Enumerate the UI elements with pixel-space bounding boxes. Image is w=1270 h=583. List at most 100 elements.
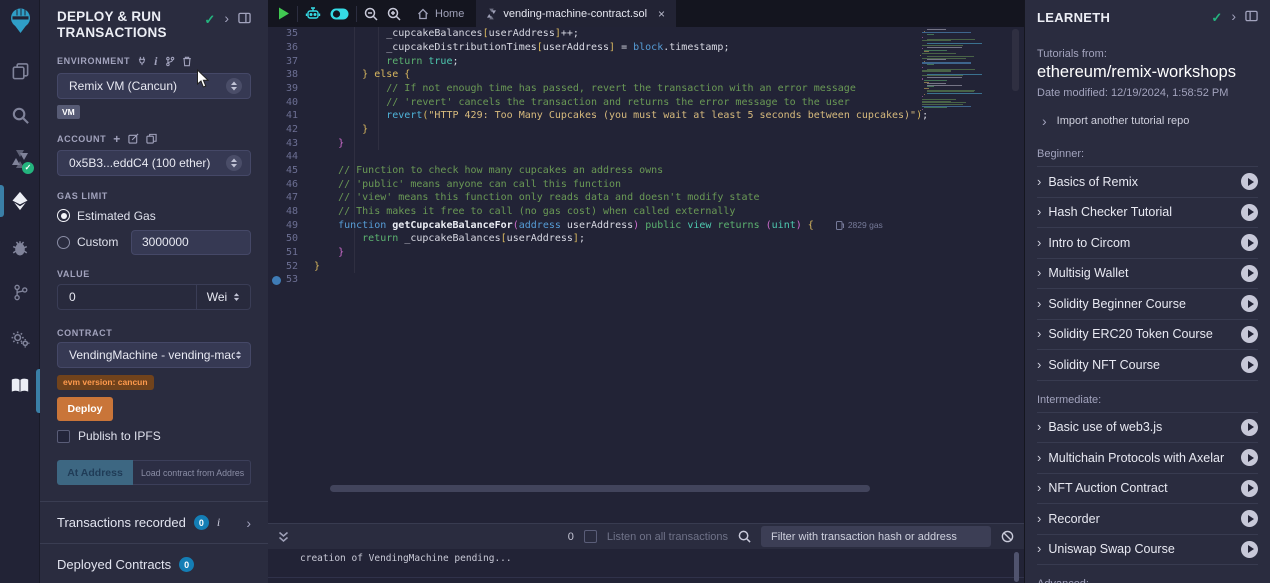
plug-icon[interactable] bbox=[137, 56, 147, 66]
code-editor[interactable]: 35 _cupcakeBalances[userAddress]++;36 _c… bbox=[268, 27, 1024, 512]
at-address-button[interactable]: At Address bbox=[57, 460, 133, 485]
line-number[interactable]: 44 bbox=[268, 151, 314, 162]
tutorial-item[interactable]: ›Recorder bbox=[1037, 504, 1258, 535]
git-icon[interactable] bbox=[0, 273, 40, 311]
remix-logo-icon[interactable] bbox=[0, 0, 40, 44]
line-number[interactable]: 49 bbox=[268, 220, 314, 231]
line-number[interactable]: 38 bbox=[268, 69, 314, 80]
fork-state-icon[interactable] bbox=[165, 56, 175, 67]
zoom-in-icon[interactable] bbox=[387, 7, 401, 21]
transactions-recorded-row[interactable]: Transactions recorded 0 i › bbox=[57, 502, 251, 543]
editor-vertical-scrollbar[interactable] bbox=[1012, 29, 1019, 91]
delete-state-icon[interactable] bbox=[182, 56, 192, 67]
start-tutorial-play-icon[interactable] bbox=[1241, 356, 1258, 373]
zoom-out-icon[interactable] bbox=[364, 7, 378, 21]
terminal-content[interactable]: creation of VendingMachine pending... [b… bbox=[268, 549, 1024, 583]
tutorial-item[interactable]: ›Uniswap Swap Course bbox=[1037, 535, 1258, 566]
custom-gas-input[interactable]: 3000000 bbox=[131, 230, 251, 255]
at-address-input[interactable]: Load contract from Addres bbox=[133, 460, 251, 485]
panel-expand-icon[interactable]: › bbox=[224, 12, 229, 24]
terminal-filter-input[interactable]: Filter with transaction hash or address bbox=[761, 526, 991, 547]
tutorial-item[interactable]: ›Intro to Circom bbox=[1037, 228, 1258, 259]
line-number[interactable]: 45 bbox=[268, 165, 314, 176]
learneth-pin-panel-icon[interactable] bbox=[1245, 10, 1258, 22]
line-number[interactable]: 39 bbox=[268, 83, 314, 94]
account-select[interactable]: 0x5B3...eddC4 (100 ether) bbox=[57, 150, 251, 176]
minimap[interactable] bbox=[920, 29, 1008, 115]
line-number[interactable]: 47 bbox=[268, 192, 314, 203]
line-number[interactable]: 35 bbox=[268, 28, 314, 39]
start-tutorial-play-icon[interactable] bbox=[1241, 173, 1258, 190]
tutorial-item[interactable]: ›Basic use of web3.js bbox=[1037, 413, 1258, 444]
deploy-button[interactable]: Deploy bbox=[57, 397, 113, 421]
line-number[interactable]: 52 bbox=[268, 261, 314, 272]
editor-horizontal-scrollbar[interactable] bbox=[330, 485, 870, 492]
close-tab-icon[interactable]: × bbox=[658, 7, 665, 21]
start-tutorial-play-icon[interactable] bbox=[1241, 541, 1258, 558]
tutorial-item[interactable]: ›NFT Auction Contract bbox=[1037, 474, 1258, 505]
pin-panel-icon[interactable] bbox=[238, 12, 251, 24]
line-number[interactable]: 40 bbox=[268, 97, 314, 108]
line-number[interactable]: 50 bbox=[268, 233, 314, 244]
value-input[interactable]: 0 bbox=[58, 290, 196, 304]
add-account-icon[interactable]: + bbox=[113, 132, 121, 146]
breakpoint-dot[interactable] bbox=[272, 276, 281, 285]
start-tutorial-play-icon[interactable] bbox=[1241, 449, 1258, 466]
remix-ai-icon[interactable] bbox=[305, 6, 321, 21]
transactions-expand-icon[interactable]: › bbox=[246, 517, 251, 529]
line-number[interactable]: 53 bbox=[268, 274, 314, 285]
tab-file[interactable]: vending-machine-contract.sol × bbox=[476, 0, 676, 27]
terminal-search-icon[interactable] bbox=[738, 530, 751, 543]
line-number[interactable]: 36 bbox=[268, 42, 314, 53]
tutorial-item[interactable]: ›Hash Checker Tutorial bbox=[1037, 198, 1258, 229]
start-tutorial-play-icon[interactable] bbox=[1241, 234, 1258, 251]
collapse-terminal-icon[interactable] bbox=[278, 531, 289, 543]
copy-account-icon[interactable] bbox=[146, 133, 157, 144]
tab-home[interactable]: Home bbox=[405, 0, 476, 27]
start-tutorial-play-icon[interactable] bbox=[1241, 510, 1258, 527]
learneth-expand-icon[interactable]: › bbox=[1231, 10, 1236, 22]
contract-select[interactable]: VendingMachine - vending-machin bbox=[57, 342, 251, 368]
edit-account-icon[interactable] bbox=[128, 133, 139, 144]
start-tutorial-play-icon[interactable] bbox=[1241, 326, 1258, 343]
learneth-plugin-icon[interactable] bbox=[0, 366, 40, 404]
listen-all-checkbox[interactable] bbox=[584, 530, 597, 543]
line-number[interactable]: 48 bbox=[268, 206, 314, 217]
tutorial-item[interactable]: ›Multisig Wallet bbox=[1037, 259, 1258, 290]
line-number[interactable]: 42 bbox=[268, 124, 314, 135]
start-tutorial-play-icon[interactable] bbox=[1241, 480, 1258, 497]
import-repo-toggle[interactable]: › Import another tutorial repo bbox=[1037, 115, 1258, 127]
debugger-icon[interactable] bbox=[0, 228, 40, 266]
line-number[interactable]: 37 bbox=[268, 56, 314, 67]
deployed-contracts-row[interactable]: Deployed Contracts 0 bbox=[57, 544, 251, 583]
ai-toggle-switch[interactable] bbox=[330, 8, 349, 20]
deploy-run-icon[interactable] bbox=[0, 182, 40, 220]
start-tutorial-play-icon[interactable] bbox=[1241, 265, 1258, 282]
line-number[interactable]: 41 bbox=[268, 110, 314, 121]
tutorial-item[interactable]: ›Multichain Protocols with Axelar bbox=[1037, 443, 1258, 474]
start-tutorial-play-icon[interactable] bbox=[1241, 419, 1258, 436]
environment-info-icon[interactable]: i bbox=[154, 54, 158, 69]
line-number[interactable]: 43 bbox=[268, 138, 314, 149]
tutorial-item[interactable]: ›Solidity Beginner Course bbox=[1037, 289, 1258, 320]
environment-select[interactable]: Remix VM (Cancun) bbox=[57, 73, 251, 99]
tutorial-item[interactable]: ›Solidity ERC20 Token Course bbox=[1037, 320, 1258, 351]
line-number[interactable]: 51 bbox=[268, 247, 314, 258]
file-explorer-icon[interactable] bbox=[0, 52, 40, 90]
search-plugin-icon[interactable] bbox=[0, 96, 40, 134]
custom-gas-radio[interactable] bbox=[57, 236, 70, 249]
value-unit-select[interactable]: Wei bbox=[196, 285, 250, 309]
transactions-info-icon[interactable]: i bbox=[217, 515, 220, 530]
start-tutorial-play-icon[interactable] bbox=[1241, 295, 1258, 312]
publish-ipfs-checkbox[interactable] bbox=[57, 430, 70, 443]
terminal-scrollbar[interactable] bbox=[1014, 552, 1019, 582]
start-tutorial-play-icon[interactable] bbox=[1241, 204, 1258, 221]
estimated-gas-radio[interactable] bbox=[57, 209, 70, 222]
tutorial-item[interactable]: ›Basics of Remix bbox=[1037, 167, 1258, 198]
solidity-compiler-icon[interactable]: ✓ bbox=[0, 140, 40, 178]
tutorial-item[interactable]: ›Solidity NFT Course bbox=[1037, 350, 1258, 381]
clear-console-icon[interactable] bbox=[1001, 530, 1014, 543]
settings-icon[interactable] bbox=[0, 320, 40, 358]
line-number[interactable]: 46 bbox=[268, 179, 314, 190]
run-script-icon[interactable] bbox=[278, 7, 290, 20]
